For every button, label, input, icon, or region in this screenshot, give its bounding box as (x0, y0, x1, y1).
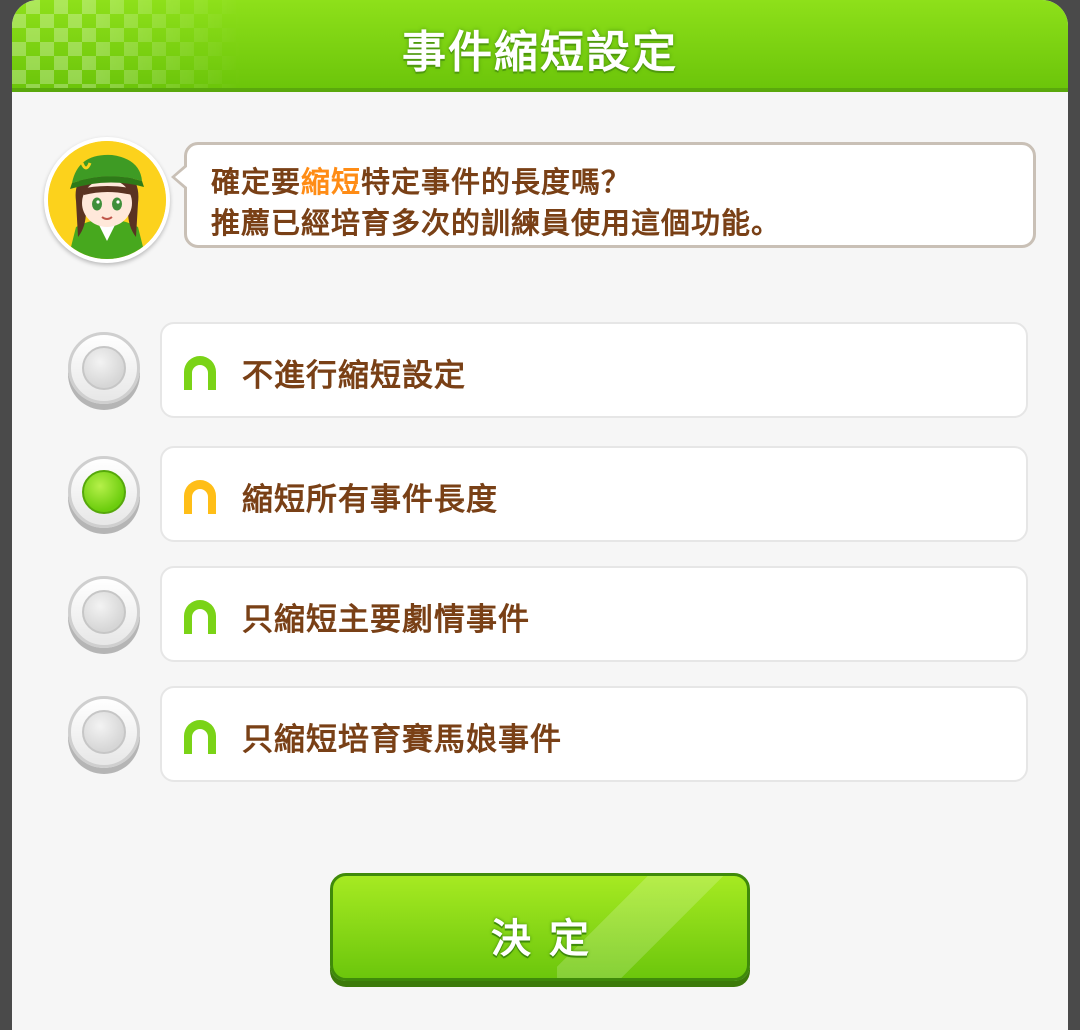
speech-highlight: 縮短 (301, 165, 362, 199)
option-label: 縮短所有事件長度 (242, 482, 498, 518)
radio-dot-selected (82, 470, 126, 514)
horseshoe-icon (184, 720, 216, 754)
radio-shorten-main-story[interactable] (68, 576, 140, 648)
speech-line-1: 確定要縮短特定事件的長度嗎？ (211, 159, 631, 201)
radio-dot (82, 710, 126, 754)
radio-dot (82, 346, 126, 390)
option-shorten-main-story[interactable]: 只縮短主要劇情事件 (12, 566, 1068, 666)
speech-bubble-tail (171, 163, 188, 191)
dialog-title: 事件縮短設定 (402, 27, 678, 78)
confirm-button[interactable]: 決定 (330, 873, 750, 981)
option-shorten-all[interactable]: 縮短所有事件長度 (12, 446, 1068, 546)
option-card[interactable]: 縮短所有事件長度 (160, 446, 1028, 542)
speech-prefix: 確定要 (211, 165, 302, 199)
radio-no-shorten[interactable] (68, 332, 140, 404)
option-no-shorten[interactable]: 不進行縮短設定 (12, 322, 1068, 422)
dialog-header: 事件縮短設定 (12, 0, 1068, 92)
option-label: 只縮短主要劇情事件 (242, 602, 530, 638)
option-shorten-umamusume[interactable]: 只縮短培育賽馬娘事件 (12, 686, 1068, 786)
speech-line-2: 推薦已經培育多次的訓練員使用這個功能。 (211, 206, 782, 240)
option-card[interactable]: 不進行縮短設定 (160, 322, 1028, 418)
speech-suffix: 特定事件的長度嗎？ (361, 165, 632, 199)
option-card[interactable]: 只縮短主要劇情事件 (160, 566, 1028, 662)
option-label: 不進行縮短設定 (242, 358, 466, 394)
option-card[interactable]: 只縮短培育賽馬娘事件 (160, 686, 1028, 782)
character-portrait-icon (48, 141, 166, 259)
horseshoe-icon (184, 480, 216, 514)
shorten-events-dialog: 事件縮短設定 確定要縮短特定事件的長度嗎？ 推薦已經培育多次的訓練員使用這個功能… (12, 0, 1068, 1030)
horseshoe-icon (184, 600, 216, 634)
radio-shorten-umamusume[interactable] (68, 696, 140, 768)
option-label: 只縮短培育賽馬娘事件 (242, 722, 562, 758)
speech-bubble: 確定要縮短特定事件的長度嗎？ 推薦已經培育多次的訓練員使用這個功能。 (171, 142, 1036, 248)
confirm-button-label: 決定 (491, 916, 607, 962)
character-avatar (44, 137, 170, 263)
horseshoe-icon (184, 356, 216, 390)
radio-dot (82, 590, 126, 634)
radio-shorten-all[interactable] (68, 456, 140, 528)
